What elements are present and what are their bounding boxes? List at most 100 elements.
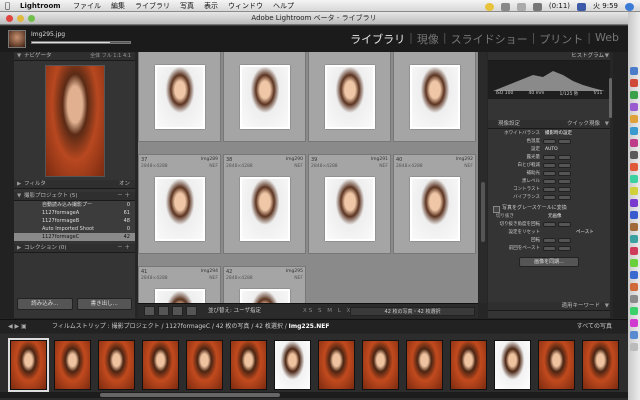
filmstrip-thumbnail[interactable]: [230, 340, 267, 390]
thumbnail[interactable]: [155, 65, 205, 129]
scroll-thumb[interactable]: [100, 393, 280, 397]
decrease-button[interactable]: [543, 171, 556, 176]
dock-item-app-icon[interactable]: [630, 163, 638, 171]
bluetooth-icon[interactable]: [500, 3, 510, 11]
filmstrip-thumbnail[interactable]: [318, 340, 355, 390]
menu-file[interactable]: ファイル: [73, 0, 101, 12]
filmstrip-nav-arrows-icon[interactable]: ◀ ▶ ▣: [8, 320, 27, 334]
menu-view[interactable]: 表示: [204, 0, 218, 12]
dock-item-app-icon[interactable]: [630, 91, 638, 99]
dock-item-app-icon[interactable]: [630, 235, 638, 243]
export-button[interactable]: 書き出し...: [76, 298, 132, 310]
thumbnail[interactable]: [155, 289, 205, 303]
right-panel-toggle[interactable]: [613, 52, 628, 318]
survey-view-icon[interactable]: [186, 306, 197, 316]
module-slideshow[interactable]: スライドショー: [448, 31, 531, 47]
module-library[interactable]: ライブラリ: [347, 31, 408, 47]
compare-view-icon[interactable]: [172, 306, 183, 316]
menu-photo[interactable]: 写真: [180, 0, 194, 12]
filmstrip-thumbnail[interactable]: [494, 340, 531, 390]
shoot-item[interactable]: 1127formageA 61: [14, 209, 135, 217]
thumbnail[interactable]: [325, 177, 375, 241]
decrease-button[interactable]: [543, 187, 556, 192]
apple-icon[interactable]: : [5, 0, 10, 12]
filmstrip-thumbnail[interactable]: [450, 340, 487, 390]
dock-item-app-icon[interactable]: [630, 151, 638, 159]
increase-button[interactable]: [558, 222, 571, 227]
grid-cell[interactable]: 38 Img290 2848×4288 NEF: [223, 154, 306, 254]
grid-cell[interactable]: 37 Img289 2848×4288 NEF: [138, 154, 221, 254]
auto-tone-button[interactable]: AUTO: [545, 146, 558, 154]
dock-item-app-icon[interactable]: [630, 283, 638, 291]
dock-item-app-icon[interactable]: [630, 115, 638, 123]
add-shoot-icon[interactable]: － ＋: [117, 192, 130, 201]
shoot-item[interactable]: Auto Imported Shoot 0: [14, 225, 135, 233]
decrease-button[interactable]: [543, 163, 556, 168]
thumbnail[interactable]: [325, 65, 375, 129]
right-panel-scrollbar[interactable]: [609, 78, 612, 118]
paste-button[interactable]: ペースト: [576, 229, 594, 237]
wifi-icon[interactable]: [516, 3, 526, 11]
zoom-icon[interactable]: [28, 15, 35, 22]
grid-cell[interactable]: [138, 52, 221, 142]
spotlight-icon[interactable]: [625, 3, 634, 11]
clock[interactable]: 火 9:59: [593, 0, 618, 12]
flag-icon[interactable]: [577, 3, 587, 11]
filmstrip-thumbnail[interactable]: [274, 340, 311, 390]
minimize-icon[interactable]: [17, 15, 24, 22]
module-develop[interactable]: 現像: [414, 31, 442, 47]
dock-item-app-icon[interactable]: [630, 103, 638, 111]
increase-button[interactable]: [558, 179, 571, 184]
dock-item-finder-icon[interactable]: [630, 67, 638, 75]
decrease-button[interactable]: [543, 179, 556, 184]
grid-cell[interactable]: 40 Img292 2848×4288 NEF: [393, 154, 476, 254]
shoot-item-selected[interactable]: 1127formageC 42: [14, 233, 135, 241]
thumbnail[interactable]: [410, 65, 460, 129]
decrease-button[interactable]: [543, 246, 556, 251]
dock-item-app-icon[interactable]: [630, 79, 638, 87]
menu-window[interactable]: ウィンドウ: [228, 0, 263, 12]
shoot-item[interactable]: 1127formageB 48: [14, 217, 135, 225]
decrease-button[interactable]: [543, 195, 556, 200]
loupe-view-icon[interactable]: [158, 306, 169, 316]
grid-cell[interactable]: [223, 52, 306, 142]
filmstrip-scrollbar[interactable]: [0, 392, 628, 398]
grid-cell[interactable]: 39 Img291 2848×4288 NEF: [308, 154, 391, 254]
sort-dropdown[interactable]: 並び替え: ユーザ指定: [208, 304, 261, 319]
grid-view-icon[interactable]: [144, 306, 155, 316]
module-web[interactable]: Web: [592, 31, 622, 47]
filmstrip-thumbnail[interactable]: [54, 340, 91, 390]
thumbnail[interactable]: [155, 177, 205, 241]
dock-item-app-icon[interactable]: [630, 259, 638, 267]
filmstrip-thumbnail[interactable]: [186, 340, 223, 390]
filmstrip-thumbnail[interactable]: [142, 340, 179, 390]
thumbnail[interactable]: [410, 177, 460, 241]
status-face-icon[interactable]: [484, 3, 494, 11]
scroll-thumb[interactable]: [481, 182, 485, 242]
left-panel-toggle[interactable]: [0, 52, 14, 318]
decrease-button[interactable]: [543, 222, 556, 227]
filmstrip-thumbnail[interactable]: [406, 340, 443, 390]
menu-library[interactable]: ライブラリ: [135, 0, 170, 12]
menu-edit[interactable]: 編集: [111, 0, 125, 12]
dock-item-app-icon[interactable]: [630, 307, 638, 315]
dock-item-app-icon[interactable]: [630, 127, 638, 135]
increase-button[interactable]: [558, 139, 571, 144]
module-print[interactable]: プリント: [536, 31, 586, 47]
increase-button[interactable]: [558, 187, 571, 192]
grid-cell[interactable]: 42 Img295 2848×4288 NEF: [223, 266, 306, 303]
navigator-header[interactable]: ▼ ナビゲータ 全体 フル 1:1 4:1: [14, 52, 135, 61]
histogram-header[interactable]: ヒストグラム ▼: [488, 52, 610, 61]
grid-cell[interactable]: [308, 52, 391, 142]
keywords-header[interactable]: 適用キーワード ▼: [488, 302, 610, 311]
increase-button[interactable]: [558, 195, 571, 200]
grayscale-checkbox[interactable]: 写真をグレースケールに変換: [488, 204, 610, 213]
filmstrip-filter-dropdown[interactable]: すべての写真: [577, 320, 612, 334]
grid-cell[interactable]: [393, 52, 476, 142]
quick-develop-preset[interactable]: クイック現像: [567, 120, 600, 129]
dock-item-app-icon[interactable]: [630, 175, 638, 183]
dock-item-app-icon[interactable]: [630, 271, 638, 279]
battery-status[interactable]: (0:11): [549, 0, 570, 12]
dock-item-app-icon[interactable]: [630, 223, 638, 231]
filmstrip-thumbnail[interactable]: [8, 338, 49, 392]
